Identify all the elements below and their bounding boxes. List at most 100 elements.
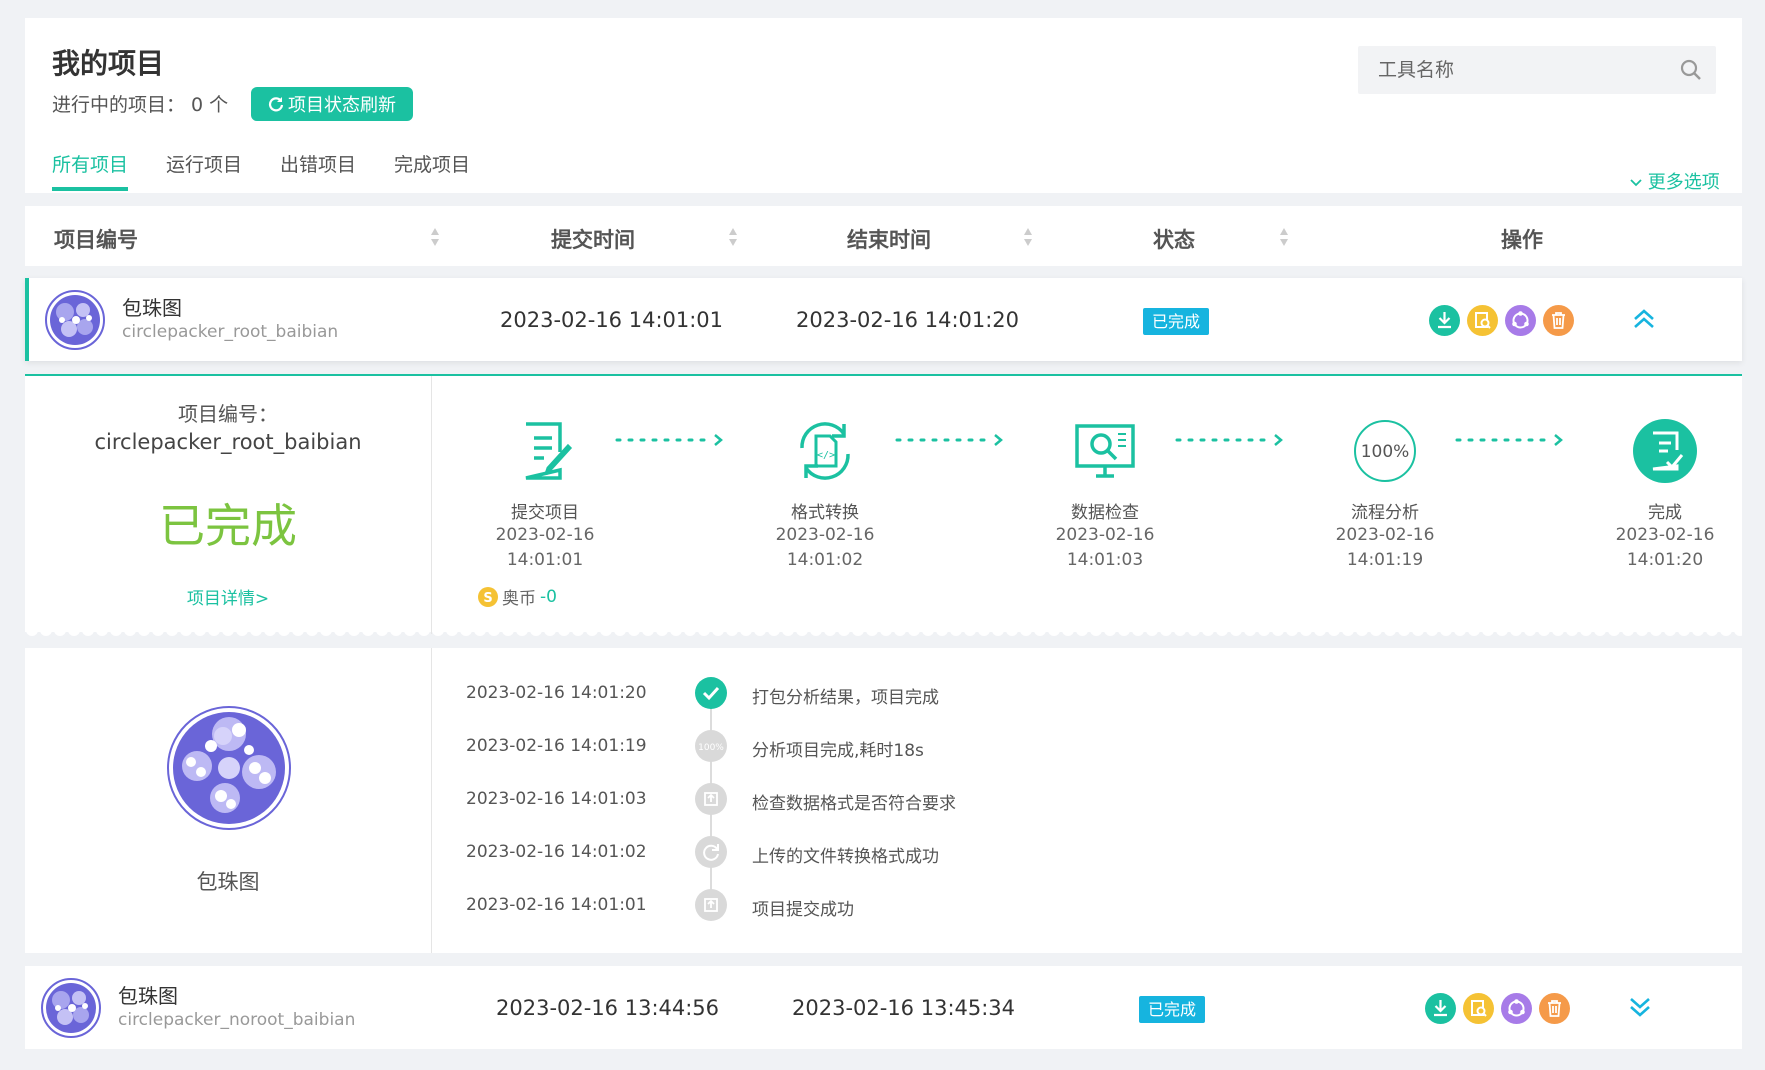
circle-pack-avatar [41,978,101,1038]
log-text: 打包分析结果，项目完成 [752,688,939,708]
coin-icon: S [478,586,498,607]
view-report-icon[interactable] [1463,993,1494,1024]
log-time: 2023-02-16 14:01:19 [466,736,647,756]
delete-icon[interactable] [1543,305,1574,336]
refresh-icon [268,97,284,112]
step-time: 14:01:19 [1346,550,1424,570]
log-text: 项目提交成功 [752,900,854,920]
detail-status: 已完成 [159,499,297,553]
status-badge: 已完成 [1139,996,1206,1023]
project-log-panel: 包珠图 2023-02-16 14:01:20 打包分析结果，项目完成 2023… [25,648,1742,953]
step-date: 2023-02-16 [1055,525,1155,545]
log-text: 分析项目完成,耗时18s [752,741,924,761]
search-input[interactable] [1358,46,1658,94]
log-text: 检查数据格式是否符合要求 [752,794,956,814]
project-id: circlepacker_noroot_baibian [118,1010,356,1030]
table-row[interactable]: 包珠图 circlepacker_noroot_baibian 2023-02-… [25,966,1742,1049]
dotted-arrow-icon [895,434,1003,446]
column-header-actions: 操作 [1501,228,1543,252]
download-icon[interactable] [1429,305,1460,336]
delete-icon[interactable] [1539,993,1570,1024]
tab-running-projects[interactable]: 运行项目 [166,150,242,191]
sort-icon[interactable] [728,226,738,248]
submit-time: 2023-02-16 14:01:01 [500,308,724,332]
circle-pack-avatar [45,290,105,350]
progress-text: 100% [698,743,724,753]
refresh-status-label: 项目状态刷新 [288,95,396,116]
column-header-status: 状态 [1153,228,1195,252]
column-header-submit-time: 提交时间 [551,228,635,252]
divider [431,648,432,953]
step-time: 14:01:03 [1066,550,1144,570]
status-badge: 已完成 [1143,308,1210,335]
page-title: 我的项目 [52,47,165,80]
step-time: 14:01:02 [786,550,864,570]
check-icon [695,677,727,709]
coin-cost: S 奥币 -0 [478,584,557,609]
step-name: 完成 [1648,503,1682,523]
svg-text:S: S [483,591,492,606]
log-text: 上传的文件转换格式成功 [752,847,939,867]
coin-delta: -0 [540,586,557,607]
end-time: 2023-02-16 14:01:20 [796,308,1020,332]
step-name: 格式转换 [791,503,859,523]
download-icon[interactable] [1425,993,1456,1024]
circle-pack-thumbnail [167,706,291,830]
share-icon[interactable] [1505,305,1536,336]
scallop-edge [25,630,1742,640]
complete-icon [1633,419,1697,483]
divider [431,376,432,634]
sort-icon[interactable] [1023,226,1033,248]
sort-icon[interactable] [430,226,440,248]
sort-icon[interactable] [1279,226,1289,248]
log-project-name: 包珠图 [196,870,260,894]
step-date: 2023-02-16 [775,525,875,545]
step-time: 14:01:01 [506,550,584,570]
document-edit-icon [525,422,573,480]
step-name: 流程分析 [1351,503,1419,523]
log-time: 2023-02-16 14:01:02 [466,842,647,862]
step-date: 2023-02-16 [1335,525,1435,545]
table-row[interactable]: 包珠图 circlepacker_root_baibian 2023-02-16… [25,278,1742,361]
view-report-icon[interactable] [1467,305,1498,336]
step-name: 数据检查 [1071,503,1139,523]
expand-icon[interactable] [1625,992,1655,1022]
upload-icon [695,783,727,815]
log-time: 2023-02-16 14:01:01 [466,895,647,915]
dotted-arrow-icon [1175,434,1283,446]
search-box [1358,46,1716,94]
more-options-link[interactable]: 更多选项 [1630,168,1720,194]
tab-done-projects[interactable]: 完成项目 [394,150,470,191]
tab-all-projects[interactable]: 所有项目 [52,150,129,191]
step-time: 14:01:20 [1626,550,1704,570]
column-header-id: 项目编号 [54,228,138,252]
dotted-arrow-icon [615,434,723,446]
upload-icon [695,889,727,921]
project-id: circlepacker_root_baibian [122,322,339,342]
search-icon[interactable] [1680,59,1702,81]
data-check-icon [1075,424,1135,478]
project-detail-panel: 项目编号： circlepacker_root_baibian 已完成 项目详情… [25,374,1742,634]
chevron-down-icon [1630,179,1642,187]
tab-error-projects[interactable]: 出错项目 [280,150,356,191]
more-options-label: 更多选项 [1647,172,1720,193]
refresh-status-button[interactable]: 项目状态刷新 [251,87,413,121]
progress-100-icon: 100% [695,730,727,762]
running-count: 0 个 [191,94,229,116]
collapse-icon[interactable] [1629,304,1659,334]
column-header-end-time: 结束时间 [847,228,931,252]
running-label: 进行中的项目： [52,94,186,116]
log-time: 2023-02-16 14:01:03 [466,789,647,809]
progress-100-icon: 100% [1354,420,1416,482]
project-name: 包珠图 [122,296,182,320]
end-time: 2023-02-16 13:45:34 [792,996,1016,1020]
table-header: 项目编号 提交时间 结束时间 状态 操作 [25,206,1742,266]
coin-label: 奥币 [502,589,536,609]
detail-id-label: 项目编号： [178,402,278,426]
project-details-link[interactable]: 项目详情> [25,584,431,609]
dotted-arrow-icon [1455,434,1563,446]
step-date: 2023-02-16 [495,525,595,545]
step-name: 提交项目 [511,503,579,523]
svg-text:</>: </> [817,450,835,461]
share-icon[interactable] [1501,993,1532,1024]
